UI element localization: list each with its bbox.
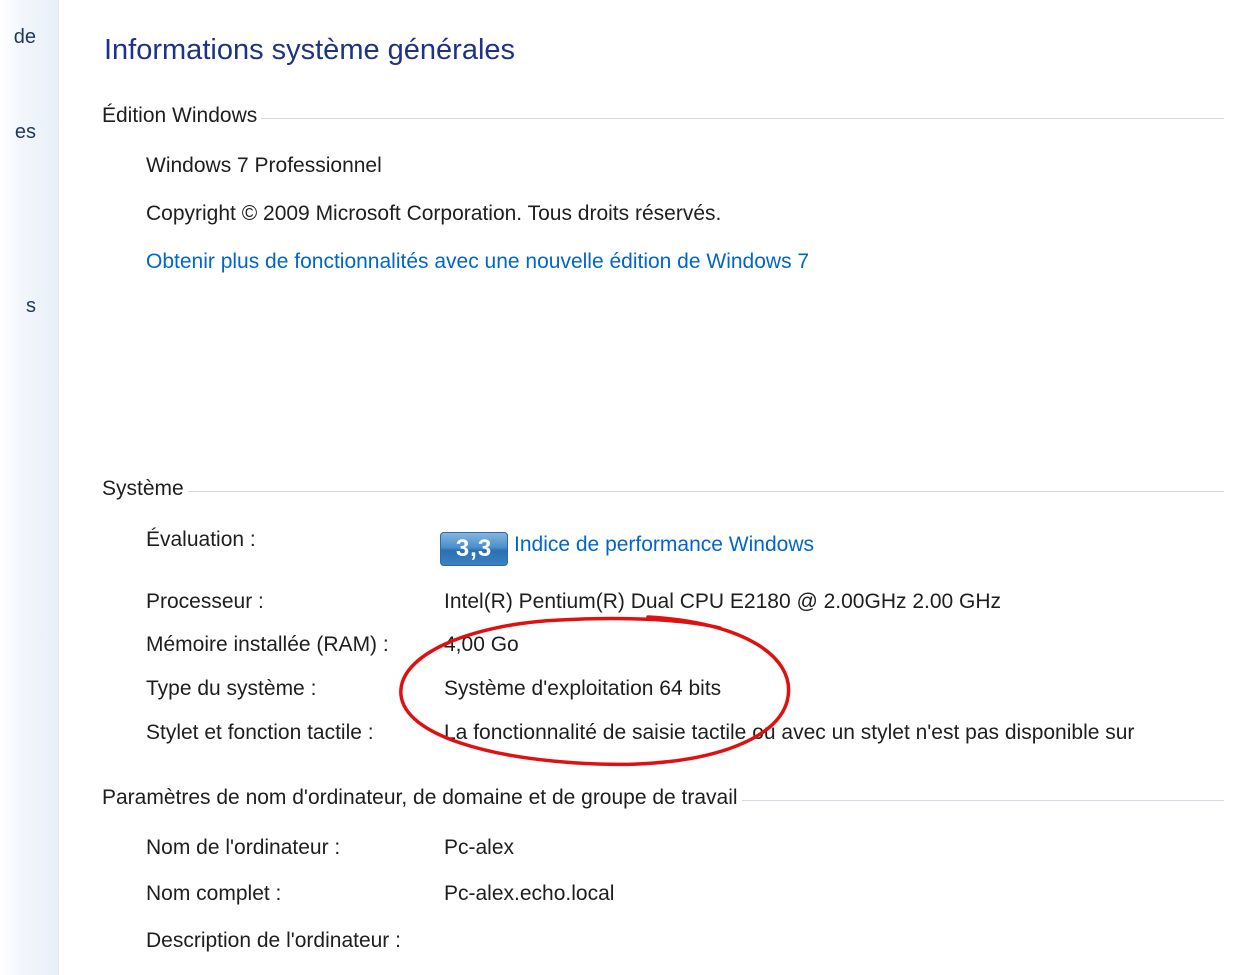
page-title: Informations système générales: [104, 34, 516, 66]
section-header-computer-name: Paramètres de nom d'ordinateur, de domai…: [102, 783, 1224, 813]
section-divider: [741, 799, 1224, 801]
section-title: Édition Windows: [102, 104, 258, 127]
system-type-label: Type du système :: [146, 677, 317, 700]
pen-touch-label: Stylet et fonction tactile :: [146, 721, 374, 744]
full-name-label: Nom complet :: [146, 882, 282, 905]
system-properties-window: de es s Informations système générales É…: [0, 0, 1240, 975]
system-type-value: Système d'exploitation 64 bits: [444, 677, 722, 700]
ram-value: 4,00 Go: [444, 633, 519, 656]
upgrade-edition-link[interactable]: Obtenir plus de fonctionnalités avec une…: [146, 250, 809, 274]
section-divider: [187, 490, 1224, 492]
performance-index-link[interactable]: Indice de performance Windows: [514, 533, 814, 557]
copyright-text: Copyright © 2009 Microsoft Corporation. …: [146, 202, 722, 225]
main-content: Informations système générales Édition W…: [0, 0, 1240, 975]
processor-value: Intel(R) Pentium(R) Dual CPU E2180 @ 2.0…: [444, 590, 1002, 613]
section-title: Système: [102, 477, 184, 500]
performance-score-badge[interactable]: 3,3: [440, 532, 508, 566]
windows-edition-name: Windows 7 Professionnel: [146, 154, 382, 177]
section-header-system: Système: [102, 474, 1224, 504]
section-title: Paramètres de nom d'ordinateur, de domai…: [102, 786, 738, 809]
full-name-value: Pc-alex.echo.local: [444, 882, 615, 905]
rating-label: Évaluation :: [146, 528, 256, 551]
pen-touch-value: La fonctionnalité de saisie tactile ou a…: [444, 721, 1135, 744]
processor-label: Processeur :: [146, 590, 264, 613]
computer-name-value: Pc-alex: [444, 836, 515, 859]
computer-name-label: Nom de l'ordinateur :: [146, 836, 341, 859]
computer-description-label: Description de l'ordinateur :: [146, 929, 401, 952]
ram-label: Mémoire installée (RAM) :: [146, 633, 389, 656]
section-header-edition: Édition Windows: [102, 101, 1224, 131]
section-divider: [261, 117, 1224, 119]
